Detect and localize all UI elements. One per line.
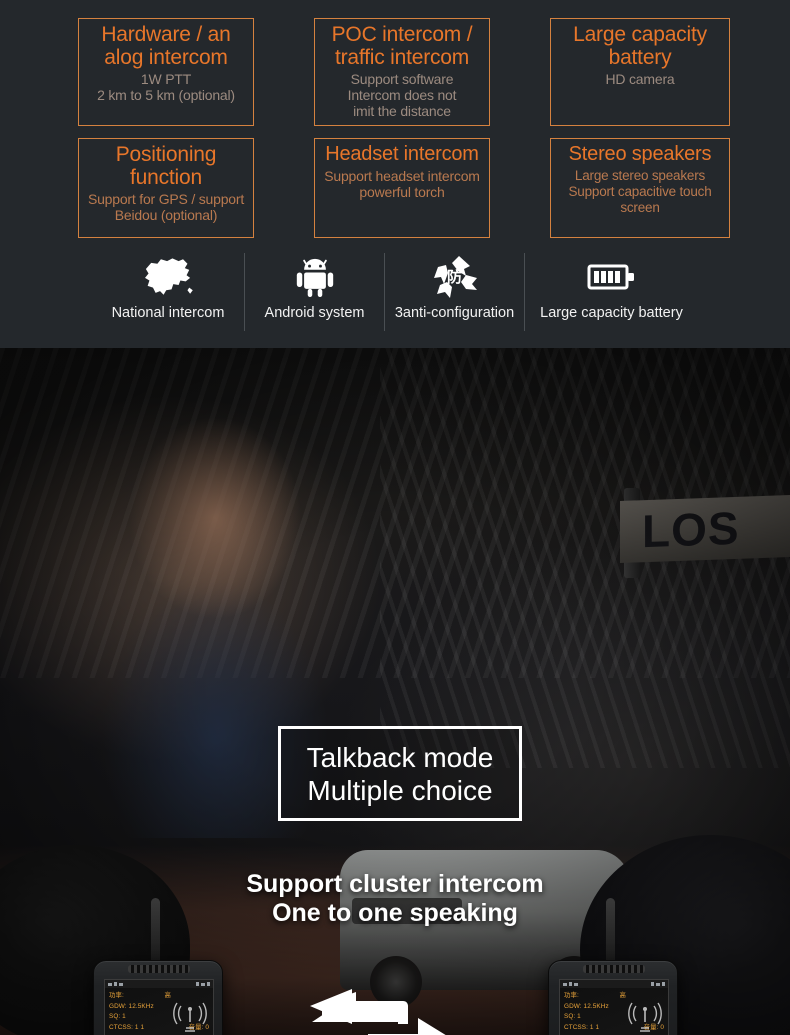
battery-icon bbox=[587, 253, 637, 301]
radio-screen[interactable]: 功率: 高 GDW: 12.5KHz SQ: 1 CTCSS: 1 1 音量: … bbox=[104, 979, 214, 1035]
cluster-headline-line-1: Support cluster intercom bbox=[246, 870, 544, 898]
status-icon bbox=[569, 982, 572, 986]
radio-screen[interactable]: 功率: 高 GDW: 12.5KHz SQ: 1 CTCSS: 1 1 音量: … bbox=[559, 979, 669, 1035]
android-robot-icon bbox=[295, 253, 335, 301]
spec-box-large-capacity-battery: Large capacity battery HD camera bbox=[550, 18, 730, 126]
status-right-icons bbox=[196, 982, 210, 986]
power-label-value: 功率: bbox=[564, 992, 579, 999]
spec-box-headset-intercom: Headset intercom Support headset interco… bbox=[314, 138, 490, 238]
spec-subtitle: 1W PTT 2 km to 5 km (optional) bbox=[97, 71, 235, 103]
spec-box-positioning-function: Positioning function Support for GPS / s… bbox=[78, 138, 254, 238]
hero-section: LOS Talkback mode Multiple choice Suppor… bbox=[0, 348, 790, 1035]
power-row: 功率: 高 bbox=[564, 991, 664, 1002]
signal-icon bbox=[196, 982, 199, 986]
power-value: 高 bbox=[164, 992, 171, 999]
spec-title: POC intercom / traffic intercom bbox=[331, 23, 473, 69]
spec-section: Hardware / an alog intercom 1W PTT 2 km … bbox=[0, 0, 790, 348]
status-icon bbox=[114, 982, 117, 986]
radio-device-right: 功率: 高 GDW: 12.5KHz SQ: 1 CTCSS: 1 1 音量: … bbox=[548, 898, 678, 1035]
earpiece-grill bbox=[128, 965, 190, 973]
signal-tower-icon bbox=[628, 1002, 662, 1032]
spec-subtitle: Support headset intercom powerful torch bbox=[324, 168, 480, 200]
status-icon bbox=[108, 982, 112, 986]
bandwidth-value: GDW: 12.5KHz bbox=[564, 1002, 609, 1010]
feature-label: National intercom bbox=[111, 305, 225, 321]
battery-status-icon bbox=[662, 982, 665, 986]
power-row: 功率: 高 bbox=[109, 991, 209, 1002]
radio-body: 功率: 高 GDW: 12.5KHz SQ: 1 CTCSS: 1 1 音量: … bbox=[93, 960, 223, 1035]
three-anti-icon: 防 bbox=[428, 253, 482, 301]
power-value: 高 bbox=[619, 992, 626, 999]
feature-label: 3anti-configuration bbox=[394, 305, 515, 321]
cluster-headline-line-2: One to one speaking bbox=[272, 899, 518, 927]
banner-line-2: Multiple choice bbox=[307, 774, 493, 806]
feature-label: Large capacity battery bbox=[540, 305, 683, 321]
status-left-icons bbox=[108, 982, 123, 986]
spec-subtitle: Support for GPS / support Beidou (option… bbox=[87, 191, 245, 223]
earpiece-grill bbox=[583, 965, 645, 973]
spec-subtitle: HD camera bbox=[605, 71, 675, 87]
feature-android-system: Android system bbox=[244, 253, 384, 331]
spec-box-poc-intercom: POC intercom / traffic intercom Support … bbox=[314, 18, 490, 126]
signal-tower-icon bbox=[173, 1002, 207, 1032]
china-map-icon bbox=[139, 253, 197, 301]
status-icon bbox=[574, 982, 578, 986]
status-icon bbox=[119, 982, 123, 986]
spec-title: Headset intercom bbox=[325, 143, 479, 165]
squelch-value: SQ: 1 bbox=[109, 1013, 126, 1020]
feature-large-battery: Large capacity battery bbox=[524, 253, 698, 331]
status-icon bbox=[563, 982, 567, 986]
talkback-banner: Talkback mode Multiple choice bbox=[278, 726, 522, 821]
radio-screen-body: 功率: 高 GDW: 12.5KHz SQ: 1 CTCSS: 1 1 音量: … bbox=[560, 988, 668, 1035]
spec-title: Stereo speakers bbox=[568, 143, 712, 165]
bandwidth-value: GDW: 12.5KHz bbox=[109, 1002, 154, 1010]
cluster-headline: Support cluster intercom One to one spea… bbox=[0, 870, 790, 928]
spec-subtitle: Large stereo speakers Support capacitive… bbox=[568, 168, 712, 215]
battery-status-icon bbox=[207, 982, 210, 986]
feature-icon-row: National intercom Android system 防 3anti… bbox=[0, 253, 790, 339]
status-right-icons bbox=[651, 982, 665, 986]
signal-icon bbox=[651, 982, 654, 986]
wifi-icon bbox=[656, 982, 660, 986]
spec-box-stereo-speakers: Stereo speakers Large stereo speakers Su… bbox=[550, 138, 730, 238]
ctcss-value: CTCSS: 1 1 bbox=[109, 1023, 145, 1031]
squelch-value: SQ: 1 bbox=[564, 1013, 581, 1020]
feature-label: Android system bbox=[264, 305, 365, 321]
anti-glyph-label: 防 bbox=[446, 269, 463, 287]
banner-line-1: Talkback mode bbox=[306, 741, 494, 773]
android-status-bar bbox=[105, 980, 213, 988]
direction-arrows bbox=[308, 988, 473, 1035]
left-arrow-outline-icon bbox=[312, 992, 404, 1022]
power-label-value: 功率: bbox=[109, 992, 124, 999]
radio-body: 功率: 高 GDW: 12.5KHz SQ: 1 CTCSS: 1 1 音量: … bbox=[548, 960, 678, 1035]
spec-title: Hardware / an alog intercom bbox=[101, 23, 231, 69]
spec-grid: Hardware / an alog intercom 1W PTT 2 km … bbox=[78, 18, 730, 238]
status-left-icons bbox=[563, 982, 578, 986]
radio-screen-body: 功率: 高 GDW: 12.5KHz SQ: 1 CTCSS: 1 1 音量: … bbox=[105, 988, 213, 1035]
wifi-icon bbox=[201, 982, 205, 986]
spec-box-hardware-analog: Hardware / an alog intercom 1W PTT 2 km … bbox=[78, 18, 254, 126]
android-status-bar bbox=[560, 980, 668, 988]
spec-title: Positioning function bbox=[115, 143, 217, 189]
feature-three-anti: 防 3anti-configuration bbox=[384, 253, 524, 331]
ctcss-value: CTCSS: 1 1 bbox=[564, 1023, 600, 1031]
spec-title: Large capacity battery bbox=[573, 23, 707, 69]
spec-subtitle: Support software Intercom does not imit … bbox=[347, 71, 457, 119]
radio-device-left: 功率: 高 GDW: 12.5KHz SQ: 1 CTCSS: 1 1 音量: … bbox=[93, 898, 223, 1035]
feature-national-intercom: National intercom bbox=[92, 253, 244, 331]
vignette-overlay bbox=[0, 348, 790, 1035]
